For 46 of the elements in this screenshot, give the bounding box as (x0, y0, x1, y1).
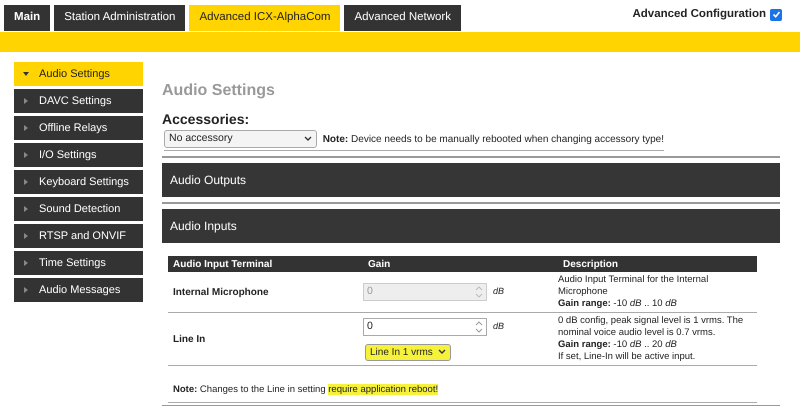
caret-right-icon (23, 206, 29, 212)
section-header[interactable]: Audio Inputs (162, 209, 780, 243)
advanced-configuration-label: Advanced Configuration (632, 7, 766, 22)
sidebar-item[interactable]: I/O Settings (14, 143, 143, 167)
section-header[interactable]: Audio Outputs (162, 163, 780, 197)
description-text: Gain range: -10 dB .. 20 dB (558, 339, 678, 351)
caret-right-icon (23, 233, 29, 239)
caret-down-icon (23, 71, 29, 77)
caret-right-icon (23, 98, 29, 104)
sidebar-item[interactable]: Audio Messages (14, 278, 143, 302)
accessory-note: Note: Device needs to be manually rebooted when changing accessory type! (322, 132, 664, 146)
sidebar-item[interactable]: DAVC Settings (14, 89, 143, 113)
chevron-down-icon (438, 349, 446, 355)
page-title: Audio Settings (162, 81, 276, 101)
table-cell-text: Internal Microphone (173, 286, 269, 300)
gain-input[interactable]: 0 (363, 318, 487, 336)
unit-label: dB (493, 285, 504, 298)
spinner-icon[interactable] (475, 320, 483, 332)
description-text: Gain range: -10 dB .. 10 dB (558, 298, 678, 310)
accessories-heading: Accessories: (162, 110, 250, 128)
nav-tab[interactable]: Advanced Network (344, 5, 462, 31)
caret-right-icon (23, 179, 29, 185)
caret-right-icon (23, 260, 29, 266)
caret-right-icon (23, 125, 29, 131)
caret-right-icon (23, 287, 29, 293)
accessory-select[interactable]: No accessory (164, 130, 317, 148)
line-in-select[interactable]: Line In 1 vrms (365, 344, 451, 360)
checkmark-icon (772, 10, 780, 20)
sidebar-item[interactable]: Keyboard Settings (14, 170, 143, 194)
nav-tab[interactable]: Advanced ICX-AlphaCom (189, 5, 340, 31)
nav-tab[interactable]: Station Administration (54, 5, 186, 31)
sidebar-item[interactable]: Time Settings (14, 251, 143, 275)
table-header: Audio Input Terminal Gain Description (168, 256, 757, 272)
checkbox[interactable] (770, 8, 782, 21)
sidebar-item[interactable]: Sound Detection (14, 197, 143, 221)
description-text: If set, Line-In will be active input. (558, 351, 696, 363)
footer-note: Note: Changes to the Line in setting require application reboot! (173, 384, 438, 395)
sidebar-item[interactable]: Offline Relays (14, 116, 143, 140)
sidebar-item[interactable]: Audio Settings (14, 62, 143, 86)
caret-right-icon (23, 152, 29, 158)
description-text: 0 dB config, peak signal level is 1 vrms. The nominal voice audio level is 0.7 vrms. (558, 315, 744, 339)
nav-tab[interactable]: Main (4, 5, 50, 31)
sidebar-item[interactable]: RTSP and ONVIF (14, 224, 143, 248)
chevron-down-icon (304, 136, 312, 142)
table-cell-text: Line In (173, 332, 206, 346)
unit-label: dB (493, 320, 504, 333)
